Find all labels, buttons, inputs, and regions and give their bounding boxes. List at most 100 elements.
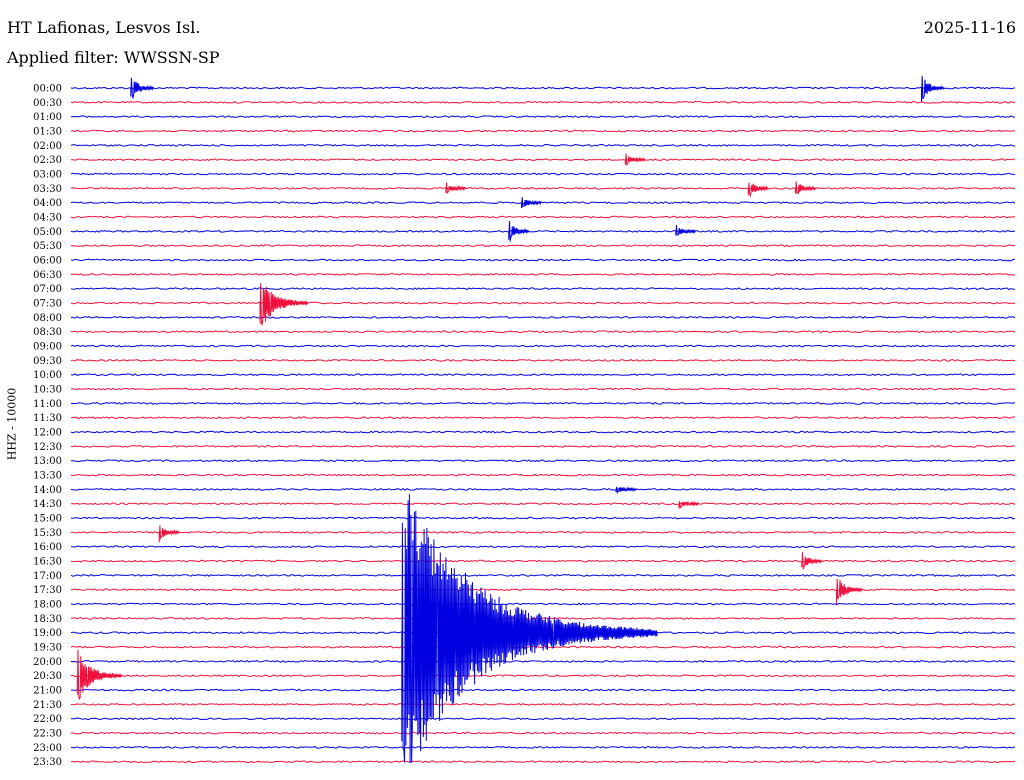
trace-row <box>70 172 1016 176</box>
time-label: 23:30 <box>33 757 62 768</box>
time-label: 10:30 <box>33 385 62 396</box>
time-label: 11:30 <box>33 413 62 424</box>
trace-row <box>70 430 1016 434</box>
trace-row <box>70 602 1016 606</box>
trace-row <box>70 301 1016 305</box>
seismic-event <box>921 75 945 102</box>
time-label: 03:30 <box>33 184 62 195</box>
time-label: 12:30 <box>33 442 62 453</box>
seismic-event <box>675 225 696 236</box>
trace-row <box>71 272 1016 276</box>
time-label: 06:30 <box>33 270 62 281</box>
trace-row <box>70 616 1016 620</box>
trace-row <box>70 201 1016 205</box>
trace-row <box>71 688 1016 692</box>
trace-row <box>70 215 1015 219</box>
time-label: 12:00 <box>33 428 62 439</box>
seismic-event <box>130 77 154 99</box>
time-label: 14:00 <box>33 485 62 496</box>
time-label: 13:30 <box>33 471 62 482</box>
seismic-event <box>158 525 180 543</box>
time-label: 09:00 <box>33 342 62 353</box>
time-label: 21:00 <box>33 686 62 697</box>
trace-row <box>70 573 1016 577</box>
time-label: 14:30 <box>33 499 62 510</box>
time-label: 01:30 <box>33 127 62 138</box>
seismic-event <box>747 182 769 198</box>
trace-row <box>70 502 1016 506</box>
time-label: 07:00 <box>33 284 62 295</box>
event-marks <box>76 75 945 764</box>
seismic-event <box>445 182 466 195</box>
time-label: 23:00 <box>33 743 62 754</box>
trace-row <box>70 416 1016 420</box>
trace-row <box>70 115 1016 119</box>
trace-row <box>70 287 1016 291</box>
time-label: 18:30 <box>33 614 62 625</box>
trace-rows <box>70 86 1016 764</box>
time-label: 21:30 <box>33 700 62 711</box>
time-label: 16:30 <box>33 557 62 568</box>
time-label: 22:30 <box>33 729 62 740</box>
trace-row <box>70 373 1016 377</box>
seismic-event <box>508 221 529 242</box>
time-label: 07:30 <box>33 299 62 310</box>
time-label: 20:00 <box>33 657 62 668</box>
time-label: 05:30 <box>33 241 62 252</box>
trace-row <box>70 387 1016 391</box>
trace-row <box>70 530 1016 534</box>
time-labels: 00:00 00:30 01:00 01:30 02:00 02:30 03:00 03:30… <box>33 84 62 769</box>
seismic-event <box>801 552 822 570</box>
time-label: 20:30 <box>33 671 62 682</box>
trace-row <box>70 588 1016 592</box>
time-label: 08:00 <box>33 313 62 324</box>
trace-row <box>70 186 1016 190</box>
time-label: 00:00 <box>33 84 62 95</box>
trace-row <box>70 258 1016 262</box>
time-label: 02:30 <box>33 155 62 166</box>
trace-row <box>70 731 1016 735</box>
time-label: 17:00 <box>33 571 62 582</box>
time-label: 18:00 <box>33 600 62 611</box>
seismic-event <box>795 181 816 195</box>
trace-row <box>70 229 1016 233</box>
seismic-event <box>836 578 863 605</box>
time-label: 06:00 <box>33 256 62 267</box>
trace-row <box>70 674 1016 678</box>
trace-row <box>70 660 1016 663</box>
trace-row <box>70 746 1016 749</box>
trace-row <box>70 459 1016 463</box>
trace-row <box>70 344 1016 348</box>
helicorder-plot: 00:00 00:30 01:00 01:30 02:00 02:30 03:00 03:30… <box>33 75 1016 769</box>
trace-row <box>70 358 1016 362</box>
trace-row <box>70 703 1016 706</box>
trace-row <box>70 244 1016 248</box>
seismic-event <box>615 486 637 495</box>
seismic-event <box>624 153 646 166</box>
trace-row <box>70 516 1016 520</box>
trace-row <box>70 545 1016 549</box>
time-label: 04:30 <box>33 213 62 224</box>
trace-row <box>70 402 1016 405</box>
time-label: 15:30 <box>33 528 62 539</box>
trace-row <box>70 100 1016 104</box>
time-label: 15:00 <box>33 514 62 525</box>
time-label: 13:00 <box>33 456 62 467</box>
trace-row <box>71 158 1016 162</box>
time-label: 19:00 <box>33 628 62 639</box>
time-label: 16:00 <box>33 542 62 553</box>
time-label: 02:00 <box>33 141 62 152</box>
trace-row <box>71 315 1016 319</box>
trace-row <box>70 86 1016 90</box>
trace-row <box>70 330 1016 334</box>
seismic-event <box>76 649 122 701</box>
time-label: 05:00 <box>33 227 62 238</box>
seismic-event <box>678 500 699 509</box>
trace-row <box>70 143 1016 147</box>
time-label: 04:00 <box>33 198 62 209</box>
time-label: 17:30 <box>33 585 62 596</box>
trace-row <box>70 559 1016 563</box>
trace-row <box>70 444 1016 448</box>
trace-row <box>70 760 1016 764</box>
time-label: 08:30 <box>33 327 62 338</box>
